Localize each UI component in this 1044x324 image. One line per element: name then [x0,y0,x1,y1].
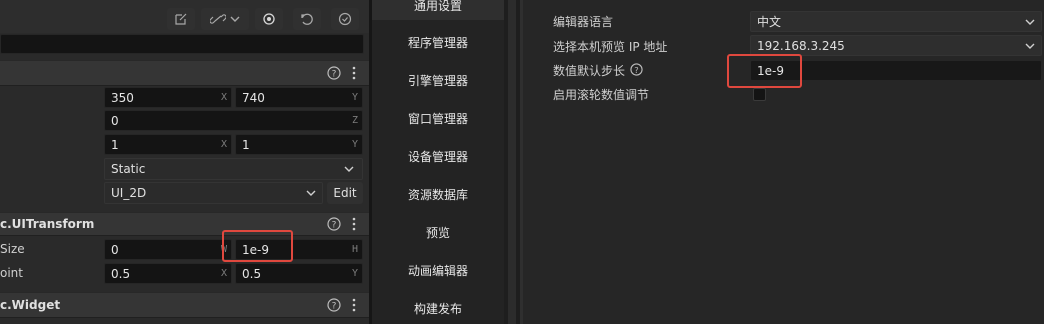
x-axis-label: X [220,92,227,103]
layer-value: UI_2D [111,186,147,200]
preview-ip-value: 192.168.3.245 [757,39,845,53]
chevron-down-icon [344,166,354,172]
preview-ip-select[interactable]: 192.168.3.245 [750,35,1042,56]
nav-item-window-manager[interactable]: 窗口管理器 [372,110,504,127]
anchor-x-value: 0.5 [111,267,131,281]
anchor-y-input[interactable]: 0.5 Y [235,263,363,284]
nav-item-program-manager[interactable]: 程序管理器 [372,34,504,51]
mobility-value: Static [111,162,146,176]
chevron-down-icon [306,190,316,196]
inspector-panel: ? 350 X 740 Y 0 Z 1 X 1 Y Static UI_2D E… [0,0,369,324]
wheel-adjust-checkbox[interactable] [753,88,766,101]
z-axis-label: Z [351,115,358,126]
help-icon[interactable]: ? [327,66,341,80]
default-step-label: 数值默认步长 [553,64,626,78]
nav-item-asset-db[interactable]: 资源数据库 [372,186,504,203]
layer-select[interactable]: UI_2D [104,182,323,204]
step-highlight-box [727,54,802,88]
nav-item-animation-editor[interactable]: 动画编辑器 [372,262,504,279]
chevron-down-icon [1025,19,1035,25]
editor-language-label: 编辑器语言 [553,15,614,29]
position-y-input[interactable]: 740 Y [235,87,363,108]
svg-text:?: ? [332,221,337,231]
preview-ip-label: 选择本机预览 IP 地址 [553,40,668,54]
target-icon [263,13,275,25]
reset-button[interactable] [293,8,321,30]
anchor-x-input[interactable]: 0.5 X [104,263,232,284]
widget-section-header[interactable]: c.Widget ? [0,292,369,318]
scale-x-input[interactable]: 1 X [104,134,232,155]
svg-text:?: ? [332,302,337,312]
svg-text:?: ? [634,65,638,75]
node-section-header[interactable]: ? [0,60,369,86]
link-icon [210,14,226,24]
uitransform-section-header[interactable]: c.UITransform ? [0,212,369,236]
height-highlight-box [222,230,293,262]
h-axis-label: H [351,244,358,255]
y-axis-label: Y [351,268,358,279]
help-icon[interactable]: ? [630,63,643,76]
section-title: c.UITransform [0,217,95,231]
help-icon[interactable]: ? [327,217,341,231]
content-width-input[interactable]: 0 W [104,239,232,260]
content-width-value: 0 [111,243,119,257]
section-title: c.Widget [0,298,61,312]
position-x-value: 350 [111,91,134,105]
editor-language-value: 中文 [757,15,782,29]
nav-item-engine-manager[interactable]: 引擎管理器 [372,72,504,89]
nav-item-build[interactable]: 构建发布 [372,300,504,317]
y-axis-label: Y [351,139,358,150]
nav-scrollbar[interactable] [508,0,516,324]
scale-x-value: 1 [111,138,119,152]
scale-y-input[interactable]: 1 Y [235,134,363,155]
more-options-icon[interactable] [351,66,357,80]
check-circle-icon [338,12,352,26]
anchor-point-label: oint [0,266,23,280]
rotation-z-value: 0 [111,114,119,128]
chevron-down-icon [230,16,240,22]
nav-item-preview[interactable]: 预览 [372,224,504,241]
y-axis-label: Y [351,92,358,103]
scale-y-value: 1 [242,138,250,152]
nav-item-general[interactable]: 通用设置 [372,0,504,14]
chevron-down-icon [1025,43,1035,49]
position-y-value: 740 [242,91,265,105]
more-options-icon[interactable] [351,298,357,312]
more-options-icon[interactable] [351,217,357,231]
x-axis-label: X [220,139,227,150]
undo-icon [301,13,313,25]
wheel-adjust-label: 启用滚轮数值调节 [553,88,650,102]
svg-text:?: ? [332,70,337,80]
locate-button[interactable] [255,8,283,30]
inspector-toolbar [0,0,369,33]
node-name-input[interactable] [0,34,364,54]
edit-icon [175,13,187,25]
x-axis-label: X [220,268,227,279]
editor-language-select[interactable]: 中文 [750,11,1042,32]
edit-layer-button[interactable]: Edit [327,182,363,204]
mobility-select[interactable]: Static [104,158,363,180]
nav-item-device-manager[interactable]: 设备管理器 [372,148,504,165]
edit-node-button[interactable] [167,8,195,30]
apply-button[interactable] [331,8,359,30]
content-size-label: Size [0,242,25,256]
rotation-z-input[interactable]: 0 Z [104,110,363,131]
link-dropdown-button[interactable] [201,8,249,30]
position-x-input[interactable]: 350 X [104,87,232,108]
anchor-y-value: 0.5 [242,267,262,281]
help-icon[interactable]: ? [327,298,341,312]
